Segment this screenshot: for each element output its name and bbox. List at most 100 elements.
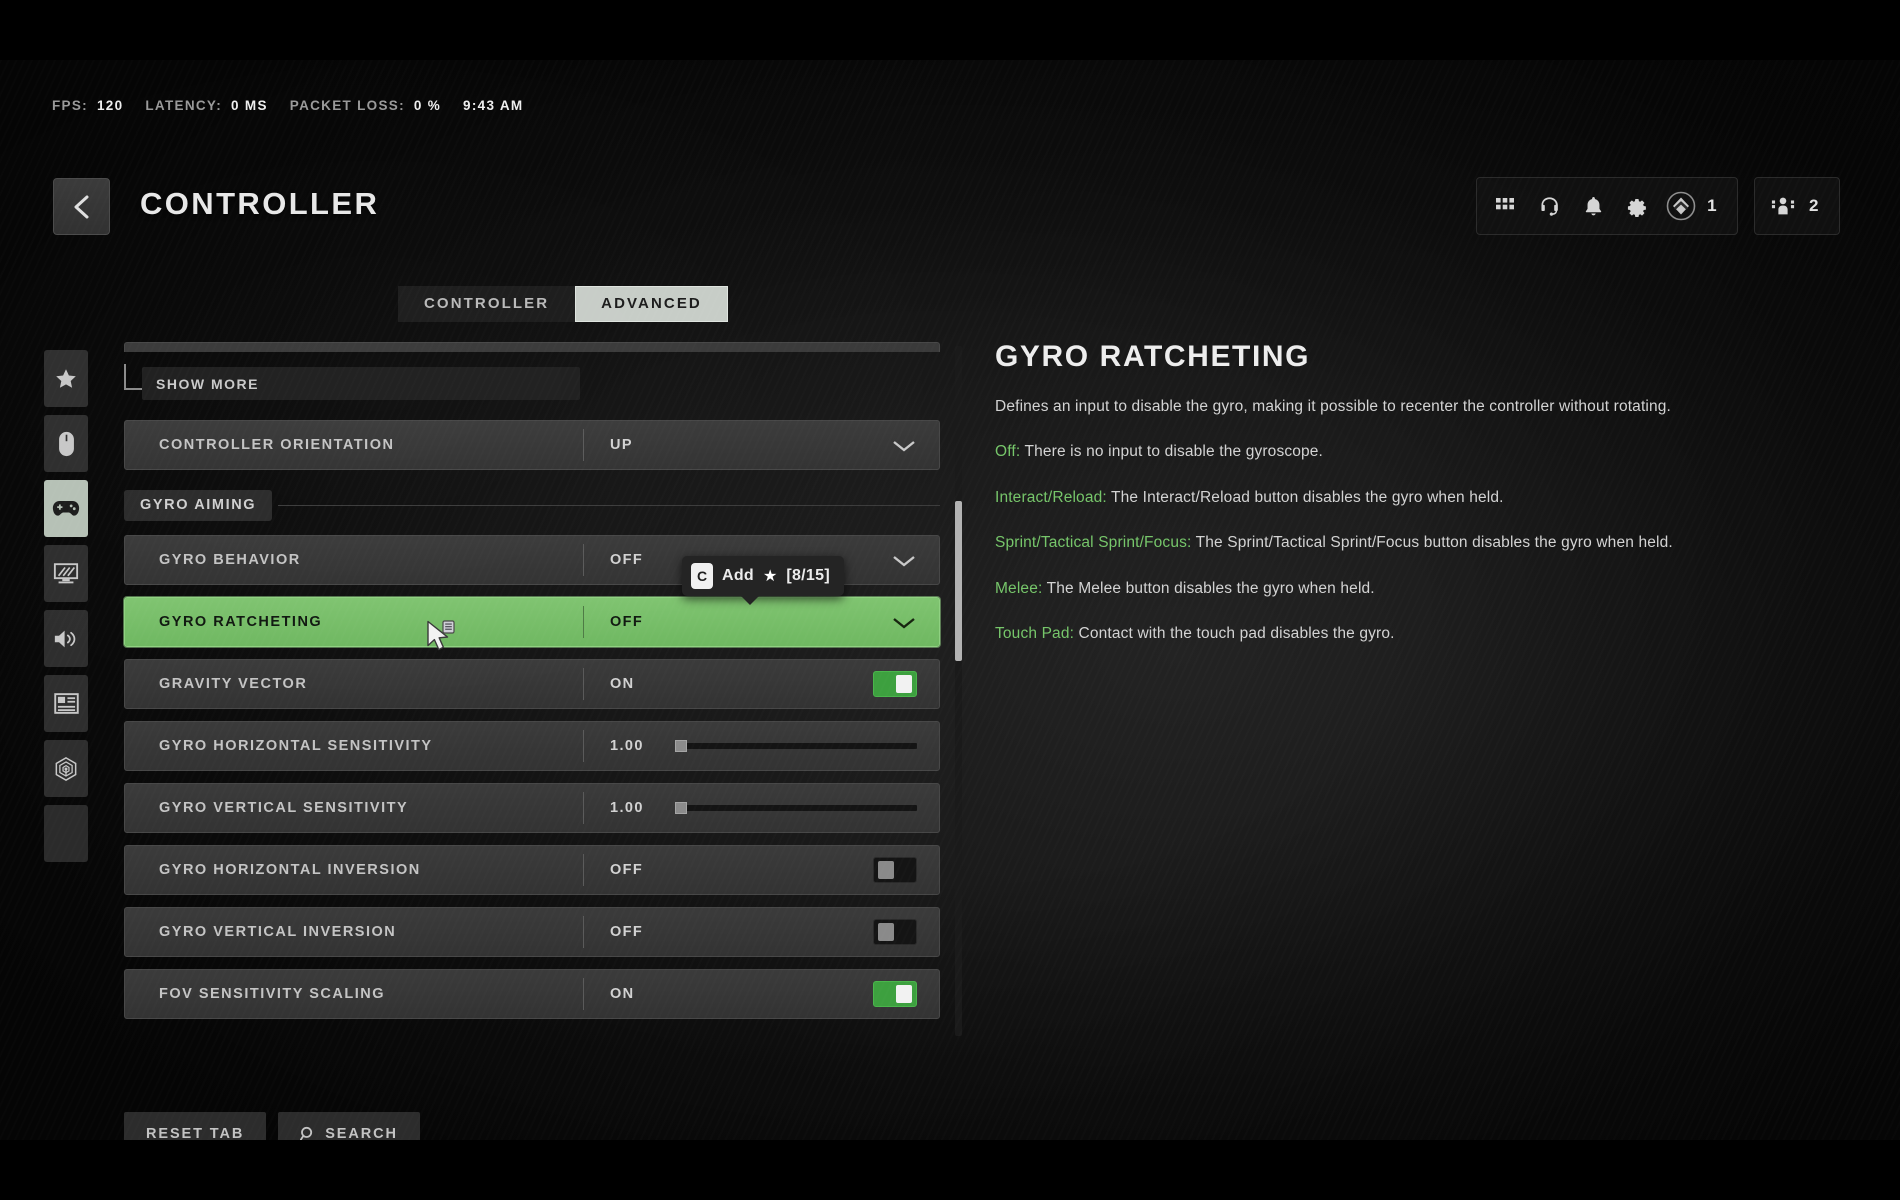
row-value: OFF xyxy=(610,924,644,940)
setting-row-gyro-vertical-sensitivity[interactable]: GYRO VERTICAL SENSITIVITY 1.00 xyxy=(124,783,940,833)
back-button[interactable] xyxy=(53,178,110,235)
detail-option-text: Contact with the touch pad disables the … xyxy=(1074,625,1395,643)
detail-option-touch-pad: Touch Pad: Contact with the touch pad di… xyxy=(995,623,1805,645)
reset-tab-button[interactable]: RESET TAB xyxy=(124,1112,267,1140)
row-control[interactable] xyxy=(662,857,939,883)
slider-handle[interactable] xyxy=(675,802,687,814)
row-control[interactable] xyxy=(662,438,939,453)
section-header-gyro-aiming: GYRO AIMING xyxy=(124,490,940,521)
row-value: 1.00 xyxy=(610,738,644,754)
sidebar-item-blank[interactable] xyxy=(44,805,88,862)
settings-scrollbar-thumb[interactable] xyxy=(955,501,962,661)
detail-option-sprint: Sprint/Tactical Sprint/Focus: The Sprint… xyxy=(995,532,1805,554)
sidebar-item-mouse-keyboard[interactable] xyxy=(44,415,88,472)
detail-option-key: Interact/Reload: xyxy=(995,488,1107,506)
row-label: GYRO HORIZONTAL INVERSION xyxy=(159,862,421,878)
row-control[interactable] xyxy=(662,671,939,697)
gear-icon xyxy=(1627,199,1646,217)
setting-row-gyro-ratcheting[interactable]: GYRO RATCHETING OFF xyxy=(124,597,940,647)
toggle-switch[interactable] xyxy=(873,671,917,697)
detail-option-interact-reload: Interact/Reload: The Interact/Reload but… xyxy=(995,487,1805,509)
sidebar-item-audio[interactable] xyxy=(44,610,88,667)
rank-indicator[interactable]: 1 xyxy=(1659,178,1731,234)
tab-controller[interactable]: CONTROLLER xyxy=(398,286,576,322)
row-control[interactable] xyxy=(662,615,939,630)
chevron-left-icon xyxy=(74,195,88,218)
row-label: GYRO VERTICAL INVERSION xyxy=(159,924,397,940)
section-rule xyxy=(278,505,940,506)
row-value: OFF xyxy=(610,552,644,568)
row-value: UP xyxy=(610,437,633,453)
row-value: ON xyxy=(610,676,635,692)
detail-option-text: The Sprint/Tactical Sprint/Focus button … xyxy=(1191,534,1673,552)
reset-tab-label: RESET TAB xyxy=(146,1126,245,1140)
setting-row-gyro-vertical-inversion[interactable]: GYRO VERTICAL INVERSION OFF xyxy=(124,907,940,957)
sidebar-item-controller[interactable] xyxy=(44,480,88,537)
toggle-switch[interactable] xyxy=(873,981,917,1007)
toggle-switch[interactable] xyxy=(873,857,917,883)
star-icon: ★ xyxy=(763,568,778,585)
partial-row-above xyxy=(124,342,940,352)
monitor-graphics-icon xyxy=(53,563,79,584)
sensitivity-slider[interactable] xyxy=(675,802,917,814)
detail-option-key: Sprint/Tactical Sprint/Focus: xyxy=(995,534,1192,552)
search-icon xyxy=(300,1126,313,1140)
grid-icon-button[interactable] xyxy=(1483,178,1527,234)
show-more-button[interactable]: SHOW MORE xyxy=(142,367,580,400)
sensitivity-slider[interactable] xyxy=(675,740,917,752)
tab-advanced[interactable]: ADVANCED xyxy=(575,286,728,322)
setting-row-controller-orientation[interactable]: CONTROLLER ORIENTATION UP xyxy=(124,420,940,470)
page-title: CONTROLLER xyxy=(140,186,380,221)
setting-row-fov-sensitivity-scaling[interactable]: FOV SENSITIVITY SCALING ON xyxy=(124,969,940,1019)
sidebar-item-interface[interactable] xyxy=(44,675,88,732)
party-icon-cell xyxy=(1761,178,1805,234)
packet-loss-stat: PACKET LOSS: 0 % xyxy=(290,98,441,113)
row-control[interactable] xyxy=(662,740,939,752)
sidebar-item-accessibility[interactable] xyxy=(44,740,88,797)
detail-option-key: Touch Pad: xyxy=(995,625,1075,643)
search-button[interactable]: SEARCH xyxy=(278,1112,420,1140)
row-value: OFF xyxy=(610,862,644,878)
row-control[interactable] xyxy=(662,919,939,945)
headset-icon-button[interactable] xyxy=(1527,178,1571,234)
section-title: GYRO AIMING xyxy=(124,490,273,521)
slider-handle[interactable] xyxy=(675,740,687,752)
keycap-badge: C xyxy=(691,563,713,589)
latency-value: 0 MS xyxy=(231,98,268,113)
party-bar[interactable]: 2 xyxy=(1754,177,1840,235)
chevron-down-icon xyxy=(893,440,915,452)
toggle-switch[interactable] xyxy=(873,919,917,945)
tree-elbow-icon xyxy=(124,364,142,390)
chevron-down-icon xyxy=(893,617,915,629)
latency-label: LATENCY: xyxy=(145,98,223,113)
performance-status-bar: FPS: 120 LATENCY: 0 MS PACKET LOSS: 0 % … xyxy=(52,98,523,113)
row-control[interactable] xyxy=(662,802,939,814)
search-label: SEARCH xyxy=(325,1126,398,1140)
bell-icon xyxy=(1585,197,1601,216)
accessibility-radar-icon xyxy=(55,756,77,781)
row-label: CONTROLLER ORIENTATION xyxy=(159,437,395,453)
party-members-icon xyxy=(1771,197,1795,215)
tooltip-action: Add xyxy=(722,567,755,584)
packet-loss-label: PACKET LOSS: xyxy=(289,98,405,113)
gear-icon-button[interactable] xyxy=(1615,178,1659,234)
category-sidebar xyxy=(44,350,88,862)
row-value: ON xyxy=(610,986,635,1002)
detail-option-melee: Melee: The Melee button disables the gyr… xyxy=(995,578,1805,600)
bottom-action-bar: RESET TAB SEARCH xyxy=(124,1112,420,1140)
setting-row-gyro-horizontal-inversion[interactable]: GYRO HORIZONTAL INVERSION OFF xyxy=(124,845,940,895)
sidebar-item-graphics[interactable] xyxy=(44,545,88,602)
row-label: FOV SENSITIVITY SCALING xyxy=(159,986,385,1002)
setting-row-gravity-vector[interactable]: GRAVITY VECTOR ON xyxy=(124,659,940,709)
headset-icon xyxy=(1541,196,1558,216)
setting-row-gyro-horizontal-sensitivity[interactable]: GYRO HORIZONTAL SENSITIVITY 1.00 xyxy=(124,721,940,771)
gamepad-icon xyxy=(52,501,80,516)
bell-icon-button[interactable] xyxy=(1571,178,1615,234)
sidebar-item-favorites[interactable] xyxy=(44,350,88,407)
rank-icon-cell xyxy=(1659,178,1703,234)
detail-title: GYRO RATCHETING xyxy=(995,340,1311,373)
settings-scrollbar-track[interactable] xyxy=(955,346,962,1036)
row-control[interactable] xyxy=(662,981,939,1007)
toggle-knob xyxy=(896,675,912,693)
detail-option-text: The Interact/Reload button disables the … xyxy=(1106,488,1504,506)
